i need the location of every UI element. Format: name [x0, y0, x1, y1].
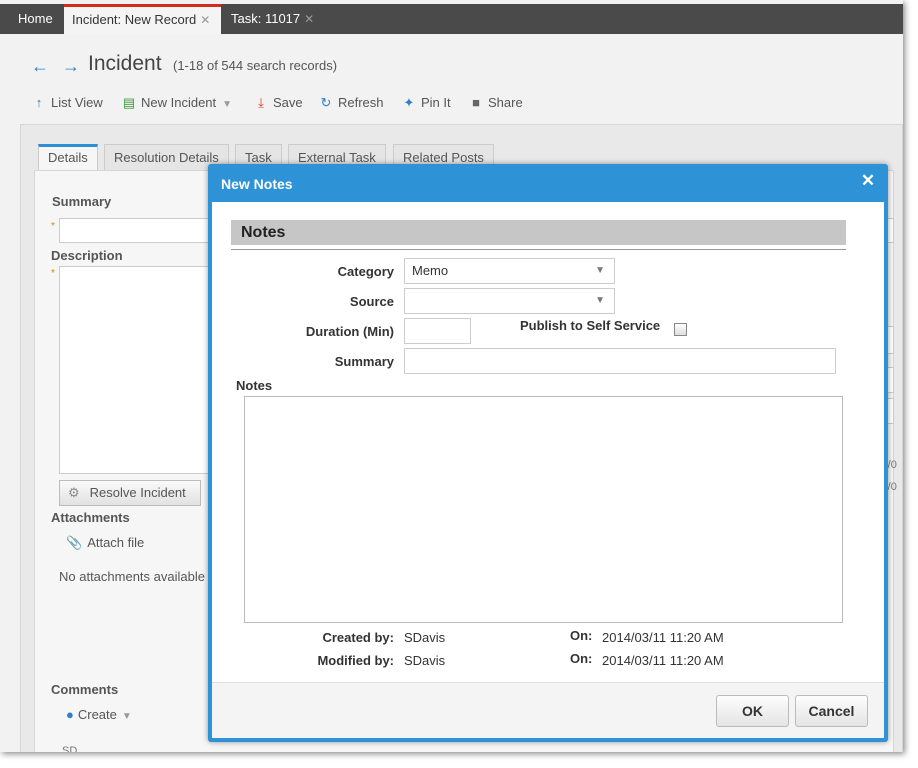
required-marker: * [51, 221, 55, 232]
ok-button[interactable]: OK [716, 695, 789, 727]
share-button[interactable]: ■ Share [468, 95, 523, 110]
dialog-title: New Notes [221, 176, 293, 192]
tab-incident-new-record[interactable]: Incident: New Record ✕ [64, 4, 221, 34]
summary-input[interactable] [59, 218, 219, 243]
section-header: Notes [231, 220, 846, 245]
page-title: Incident [88, 52, 162, 75]
refresh-button[interactable]: ↻ Refresh [318, 95, 384, 111]
tab-home[interactable]: Home [10, 4, 61, 34]
attachments-label: Attachments [51, 510, 130, 525]
description-textarea[interactable] [59, 266, 219, 474]
refresh-icon: ↻ [320, 95, 332, 110]
save-button[interactable]: ⤓ Save [253, 95, 303, 111]
summary-label: Summary [52, 194, 112, 209]
comments-label: Comments [51, 682, 119, 697]
modified-on-label: On: [570, 651, 593, 666]
modified-by-label: Modified by: [317, 653, 394, 668]
attach-file-link[interactable]: 📎 Attach file [66, 535, 144, 551]
record-count: (1-18 of 544 search records) [173, 58, 338, 73]
source-select[interactable]: ▼ [404, 288, 615, 314]
gear-icon: ⚙ [68, 485, 80, 500]
duration-input[interactable] [404, 318, 471, 344]
category-label: Category [337, 264, 394, 279]
cancel-button[interactable]: Cancel [795, 695, 868, 727]
forward-arrow-icon[interactable]: → [62, 56, 80, 77]
category-select[interactable]: Memo ▼ [404, 258, 615, 284]
pin-icon: ✦ [403, 95, 415, 110]
clipped-text: SD [62, 745, 78, 752]
new-notes-dialog: New Notes ✕ Notes Category Memo ▼ Source … [208, 164, 888, 742]
created-by-value: SDavis [404, 630, 446, 645]
publish-checkbox[interactable] [674, 323, 687, 336]
created-on-value: 2014/03/11 11:20 AM [602, 630, 724, 645]
duration-label: Duration (Min) [305, 324, 394, 339]
tab-details[interactable]: Details [38, 144, 98, 171]
notes-textarea[interactable] [244, 396, 843, 623]
chat-bubble-icon: ■ [472, 95, 480, 110]
created-by-label: Created by: [322, 630, 394, 645]
create-comment-button[interactable]: ● Create ▼ [66, 707, 132, 722]
up-arrow-icon: ↑ [35, 95, 43, 110]
required-marker: * [51, 268, 55, 279]
source-label: Source [349, 294, 394, 309]
notes-label: Notes [236, 378, 273, 393]
close-icon[interactable]: ✕ [860, 172, 876, 189]
save-download-icon: ⤓ [258, 95, 264, 110]
new-incident-button[interactable]: ▤ New Incident ▼ [121, 95, 232, 111]
dialog-body: Notes Category Memo ▼ Source ▼ Duration (… [212, 202, 884, 682]
resolve-incident-button[interactable]: ⚙ Resolve Incident [59, 480, 201, 506]
back-arrow-icon[interactable]: ← [31, 56, 49, 77]
chevron-down-icon: ▼ [595, 265, 605, 276]
close-tab-icon[interactable]: ✕ [304, 12, 314, 26]
summary-input[interactable] [404, 348, 836, 374]
pin-it-button[interactable]: ✦ Pin It [401, 95, 451, 111]
modified-on-value: 2014/03/11 11:20 AM [602, 653, 724, 668]
dialog-footer: OK Cancel [212, 682, 884, 738]
new-document-icon: ▤ [122, 95, 136, 110]
created-on-label: On: [570, 628, 593, 643]
chevron-down-icon: ▼ [595, 295, 605, 306]
list-view-button[interactable]: ↑ List View [31, 95, 103, 110]
app-tab-bar: Home Incident: New Record ✕ Task: 11017 ✕ [0, 4, 903, 34]
tab-task-11017[interactable]: Task: 11017 ✕ [223, 4, 322, 34]
summary-label: Summary [334, 354, 394, 369]
publish-label: Publish to Self Service [520, 318, 661, 333]
modified-by-value: SDavis [404, 653, 446, 668]
close-tab-icon[interactable]: ✕ [200, 13, 210, 27]
paperclip-icon: 📎 [66, 535, 83, 550]
chevron-down-icon: ▼ [121, 711, 132, 722]
section-divider [231, 249, 846, 250]
chevron-down-icon: ▼ [222, 99, 233, 110]
description-label: Description [51, 248, 123, 263]
comment-add-icon: ● [66, 707, 74, 722]
no-attachments-text: No attachments available [59, 569, 205, 584]
